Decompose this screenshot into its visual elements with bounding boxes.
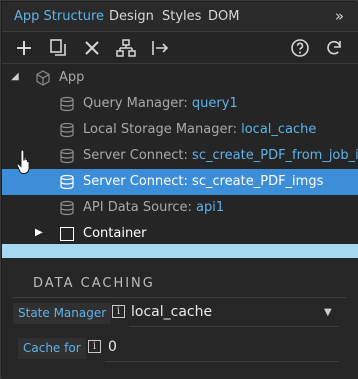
tree-node-id: sc_create_PDF_from_job_id	[192, 148, 358, 163]
database-icon	[59, 96, 75, 112]
delete-icon[interactable]	[82, 38, 102, 58]
section-divider	[12, 297, 346, 298]
app-structure-tree: ◢ App Query Manager: query1 Local Storag…	[2, 64, 358, 244]
hand-cursor-icon	[16, 149, 34, 177]
tree-node-id: sc_create_PDF_imgs	[192, 174, 324, 189]
tab-app-structure[interactable]: App Structure	[14, 9, 104, 24]
expand-arrow-icon[interactable]: ▶	[35, 227, 43, 238]
tree-node-id: local_cache	[241, 122, 317, 137]
state-manager-select[interactable]: local_cache	[131, 304, 212, 320]
select-underline	[129, 326, 339, 327]
help-icon[interactable]	[290, 38, 310, 58]
tree-node-type: Server Connect:	[83, 148, 188, 163]
tree-node-label: App	[59, 70, 85, 85]
tree-node-server-connect-from-job[interactable]: Server Connect: sc_create_PDF_from_job_i…	[2, 143, 358, 169]
refresh-icon[interactable]	[324, 38, 344, 58]
tree-node-local-storage-manager[interactable]: Local Storage Manager: local_cache	[2, 117, 358, 143]
collapse-arrow-icon[interactable]: ◢	[11, 71, 19, 82]
tree-node-server-connect-imgs[interactable]: Server Connect: sc_create_PDF_imgs	[2, 169, 358, 195]
tree-node-id: api1	[196, 200, 225, 215]
tree-node-type: Server Connect:	[83, 174, 188, 189]
database-icon	[59, 174, 75, 190]
add-icon[interactable]	[14, 38, 34, 58]
database-icon	[59, 200, 75, 216]
move-out-icon[interactable]	[150, 38, 170, 58]
info-icon[interactable]: i	[88, 340, 101, 353]
properties-panel: DATA CACHING State Manager i local_cache…	[2, 258, 358, 379]
chevron-down-icon[interactable]: ▼	[324, 307, 332, 318]
database-icon	[59, 122, 75, 138]
tree-node-api-data-source[interactable]: API Data Source: api1	[2, 195, 358, 221]
tree-node-id: query1	[191, 96, 238, 111]
tab-dom[interactable]: DOM	[208, 9, 239, 24]
input-underline	[105, 361, 339, 362]
tab-design[interactable]: Design	[109, 9, 154, 24]
tree-node-type: Local Storage Manager:	[83, 122, 237, 137]
cache-for-input[interactable]: 0	[108, 339, 117, 355]
tree-node-query-manager[interactable]: Query Manager: query1	[2, 91, 358, 117]
panel-tabs: App Structure Design Styles DOM »	[2, 2, 358, 32]
tree-node-type: API Data Source:	[83, 200, 192, 215]
tab-styles[interactable]: Styles	[162, 9, 201, 24]
sitemap-icon[interactable]	[116, 38, 136, 58]
section-title: DATA CACHING	[33, 276, 155, 291]
tree-node-label: Container	[83, 226, 147, 241]
tree-node-type: Query Manager:	[83, 96, 188, 111]
info-icon[interactable]: i	[112, 305, 125, 318]
cache-for-label[interactable]: Cache for	[18, 338, 86, 359]
state-manager-label[interactable]: State Manager	[13, 303, 112, 324]
duplicate-icon[interactable]	[48, 38, 68, 58]
tree-node-app[interactable]: ◢ App	[2, 65, 358, 91]
database-icon	[59, 148, 75, 164]
toolbar	[2, 32, 358, 64]
app-cube-icon	[35, 70, 51, 86]
app-structure-panel: App Structure Design Styles DOM » ◢ App …	[0, 0, 358, 379]
container-icon	[60, 227, 74, 241]
more-tabs-icon[interactable]: »	[335, 7, 344, 25]
panel-splitter[interactable]	[2, 244, 358, 258]
